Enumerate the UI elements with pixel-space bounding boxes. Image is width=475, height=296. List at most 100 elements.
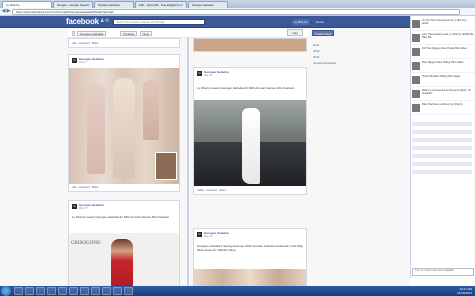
ticker-text: Thanh Nhi likes Hoàng Hà's status. — [422, 75, 461, 78]
post-grisogono: G Georges Hebeika May 17 · Ly Nha Ky wea… — [68, 200, 180, 287]
forward-icon[interactable]: ▶ — [6, 9, 11, 15]
post-actions[interactable]: Like · Comment · Share — [72, 186, 99, 189]
taskbar-app-icon[interactable] — [58, 287, 67, 295]
ticker-item[interactable]: Nhan Le commented on Ha Lan's photo: "so… — [412, 88, 475, 101]
gown-figure-3 — [143, 80, 159, 140]
url-field[interactable]: https://www.facebook.com/?ref=home#!/Geo… — [12, 9, 460, 15]
page-avatar[interactable] — [72, 31, 75, 36]
tab-5[interactable]: Giorgio Hebeika — [188, 1, 228, 8]
ticker-item[interactable]: Hieu Nguyen likes Hoàng Hà's status. — [412, 60, 475, 73]
ticker-text: Diệu Tran likes a photo of Ly Nha Ky. — [422, 103, 463, 106]
tab-2[interactable]: Google - Google Search — [53, 1, 93, 8]
start-button[interactable] — [1, 286, 11, 296]
create-page-button[interactable]: Create Page — [312, 30, 334, 36]
post-text: Ly Nha Ky wears Georges Hebeika for 66th… — [72, 215, 169, 219]
right-column — [309, 28, 410, 286]
taskbar-app-icon[interactable] — [69, 287, 78, 295]
timeline-nav-2011[interactable]: 2011 — [313, 56, 319, 59]
avatar — [412, 90, 420, 98]
avatar — [412, 104, 420, 112]
brand-text: GRISOGONO — [71, 241, 101, 246]
chat-list-row[interactable] — [412, 146, 472, 150]
browser-tab-bar: Ly Nha Ky Google - Google Search Giorgio… — [0, 0, 475, 8]
post-actions[interactable]: Unlike · Comment · Share — [197, 189, 226, 192]
facebook-top-bar: facebook ♟ ✉ Search for people, places a… — [0, 16, 410, 28]
page-avatar-icon[interactable]: G — [197, 71, 202, 76]
taskbar-clock[interactable]: 10:17 AM 12/19/2012 — [457, 287, 472, 295]
taskbar-app-icon[interactable] — [47, 287, 56, 295]
gown-figure-1 — [87, 84, 105, 174]
taskbar-app-icon[interactable] — [36, 287, 45, 295]
avatar — [412, 34, 420, 42]
post-date[interactable]: June 1 · — [79, 61, 88, 64]
home-link[interactable]: Home — [316, 19, 324, 25]
avatar — [412, 20, 420, 28]
chat-list-row[interactable] — [412, 154, 472, 158]
taskbar-app-icon[interactable] — [102, 287, 111, 295]
search-input[interactable]: Search for people, places and things — [113, 19, 205, 25]
tab-1[interactable]: Ly Nha Ky — [2, 1, 52, 8]
grisogono-photo[interactable]: GRISOGONO — [69, 233, 179, 287]
page-header: Georges Hebeika Timeline Now — [68, 29, 308, 38]
timeline-nav-2012[interactable]: 2012 — [313, 50, 320, 53]
timeline-spine — [187, 38, 189, 296]
timeline-nav-now[interactable]: Now — [313, 44, 319, 47]
timeline-dropdown[interactable]: Timeline — [120, 31, 138, 36]
page-avatar-icon[interactable]: G — [72, 204, 77, 209]
facebook-logo[interactable]: facebook — [66, 17, 99, 26]
ticker-item[interactable]: Vu Tien Son commented on Ly Nha Ky's pho… — [412, 18, 475, 31]
chat-search-box[interactable]: Turn on chat to see who's available. — [412, 268, 474, 276]
post-date[interactable]: May 17 · — [79, 207, 89, 210]
taskbar-app-icon[interactable] — [80, 287, 89, 295]
taskbar-app-icon[interactable] — [14, 287, 23, 295]
messages-icon[interactable]: ✉ — [105, 19, 111, 24]
post-date[interactable]: May 21 · — [204, 74, 214, 77]
page-name-button[interactable]: Georges Hebeika — [77, 31, 107, 36]
ticker-text: Vu Tien Son commented on Ly Nha Ky's pho… — [422, 19, 467, 26]
chat-list-row[interactable] — [412, 170, 472, 174]
tab-4[interactable]: Zdu - nhau FB - Kuo.ka@lych.vn — [135, 1, 187, 8]
like-page-button[interactable]: Like — [287, 29, 303, 36]
cannes-photo[interactable] — [194, 100, 306, 186]
avatar — [412, 76, 420, 84]
user-profile-link[interactable]: Ly Nha Ky — [292, 19, 310, 25]
timeline-nav-joined[interactable]: Joined Facebook — [313, 62, 336, 65]
post-cannes: G Georges Hebeika May 21 · Ly Nha Ky wea… — [193, 67, 307, 195]
page-avatar-icon[interactable]: G — [197, 232, 202, 237]
post-actions[interactable]: Like · Comment · Share — [72, 42, 99, 45]
ticker-item[interactable]: Chi Tran Nguyen likes Hoàng Hà's video. — [412, 46, 475, 59]
chat-list-row[interactable] — [412, 130, 472, 134]
page-avatar-icon[interactable]: G — [72, 58, 77, 63]
post-top-right-photo[interactable] — [193, 38, 307, 52]
ticker-item[interactable]: Thanh Nhi likes Hoàng Hà's status. — [412, 74, 475, 87]
tab-3[interactable]: Giorgio Hebeika — [94, 1, 134, 8]
clock-date: 12/19/2012 — [456, 291, 472, 295]
ticker-item[interactable]: Lam Thao shared a link. Ly Nha Ky via Ba… — [412, 32, 475, 45]
avatar — [412, 48, 420, 56]
post-date[interactable]: May 14 · — [204, 235, 214, 238]
chat-list-row[interactable] — [412, 138, 472, 142]
ticker-text: Nhan Le commented on Ha Lan's photo: "so… — [422, 89, 472, 96]
white-gown-figure — [242, 108, 260, 184]
gown-figure-2 — [113, 78, 135, 178]
ticker-item[interactable]: Diệu Tran likes a photo of Ly Nha Ky. — [412, 102, 475, 115]
chat-list-row[interactable] — [412, 122, 472, 126]
chat-list-row[interactable] — [412, 162, 472, 166]
ticker-text: Chi Tran Nguyen likes Hoàng Hà's video. — [422, 47, 468, 50]
taskbar-app-icon[interactable] — [113, 287, 122, 295]
post-gowns: G Georges Hebeika June 1 · Like · Commen… — [68, 54, 180, 192]
red-gown-figure — [111, 239, 133, 287]
inset-portrait — [155, 152, 177, 180]
ticker-text: Hieu Nguyen likes Hoàng Hà's status. — [422, 61, 464, 64]
ticker-text: Lam Thao shared a link. Ly Nha Ky via Ba… — [422, 33, 474, 40]
avatar — [412, 62, 420, 70]
taskbar-app-icon[interactable] — [25, 287, 34, 295]
address-bar: ◀ ▶ https://www.facebook.com/?ref=home#!… — [0, 8, 475, 16]
taskbar-app-icon[interactable] — [91, 287, 100, 295]
taskbar-app-icon[interactable] — [124, 287, 133, 295]
windows-taskbar: 10:17 AM 12/19/2012 — [0, 286, 475, 296]
gowns-photo[interactable] — [69, 68, 179, 184]
post-text: Ly Nha Ky wears Georges Hebeika for 66th… — [197, 86, 294, 90]
now-dropdown[interactable]: Now — [140, 31, 153, 36]
lofficiel-photo[interactable] — [194, 269, 306, 287]
